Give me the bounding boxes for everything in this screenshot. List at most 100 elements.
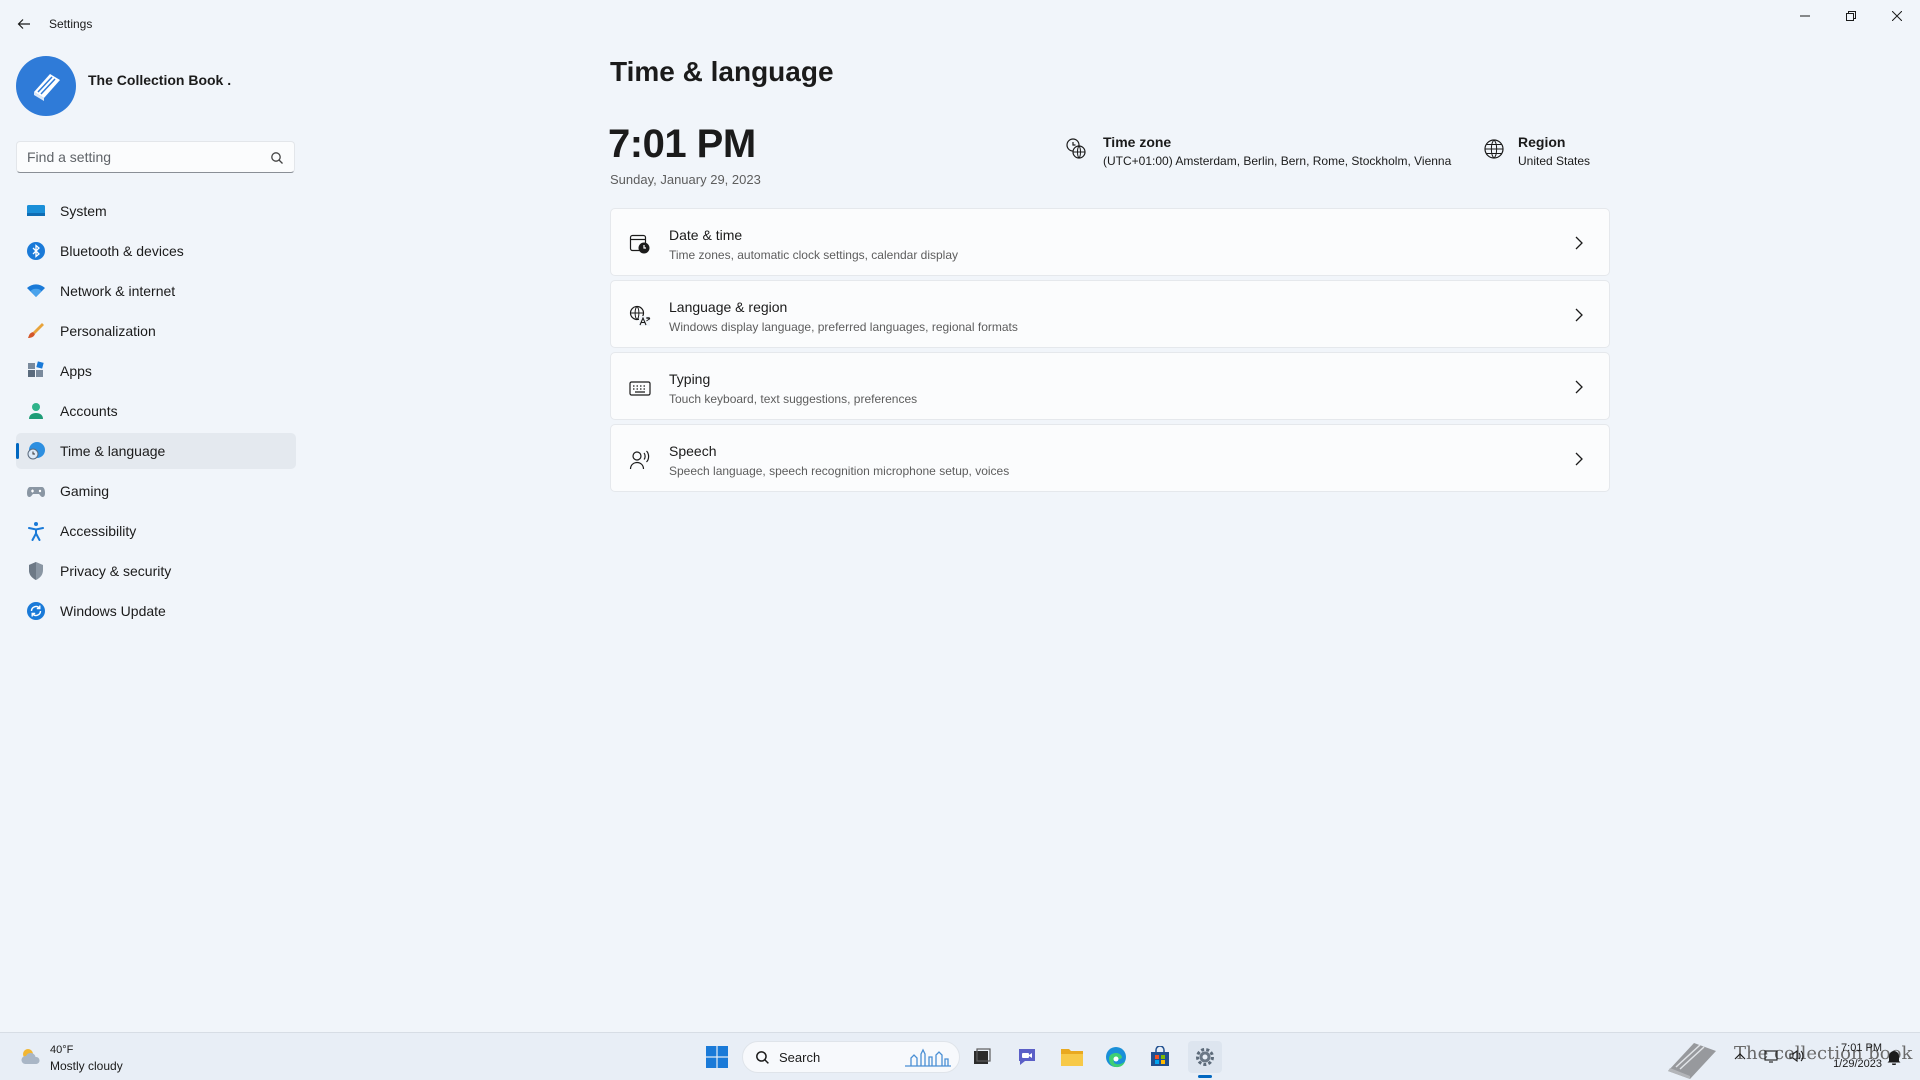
globe-icon: [1484, 139, 1504, 159]
speech-icon: [629, 450, 650, 470]
card-date-time[interactable]: Date & time Time zones, automatic clock …: [610, 208, 1610, 276]
settings-window: Settings The Collection Book . System: [0, 0, 1920, 1032]
sidebar-nav: System Bluetooth & devices Network & int…: [16, 193, 296, 633]
sidebar-item-bluetooth[interactable]: Bluetooth & devices: [16, 233, 296, 269]
search-icon[interactable]: [270, 151, 284, 165]
windows-logo-icon: [706, 1046, 728, 1068]
card-title: Speech: [669, 443, 717, 459]
start-button[interactable]: [700, 1041, 734, 1073]
sidebar-item-network[interactable]: Network & internet: [16, 273, 296, 309]
chevron-right-icon: [1575, 452, 1583, 466]
sidebar-item-label: Gaming: [60, 483, 110, 499]
title-bar: Settings: [0, 0, 1920, 48]
card-subtitle: Time zones, automatic clock settings, ca…: [669, 248, 959, 262]
store-button[interactable]: [1143, 1041, 1177, 1073]
chevron-right-icon: [1575, 308, 1583, 322]
chat-button[interactable]: [1010, 1041, 1044, 1073]
task-view-button[interactable]: [965, 1041, 999, 1073]
sidebar-item-gaming[interactable]: Gaming: [16, 473, 296, 509]
current-time: 7:01 PM: [608, 122, 756, 166]
sidebar-item-windows-update[interactable]: Windows Update: [16, 593, 296, 629]
settings-card-list: Date & time Time zones, automatic clock …: [610, 208, 1610, 496]
minimize-button[interactable]: [1782, 0, 1828, 32]
sidebar-item-label: System: [60, 203, 107, 219]
taskbar-search-label: Search: [779, 1050, 821, 1065]
taskbar-search[interactable]: Search: [742, 1041, 960, 1073]
taskbar-clock-date[interactable]: 1/29/2023: [1818, 1058, 1882, 1070]
close-button[interactable]: [1874, 0, 1920, 32]
weather-temperature[interactable]: 40°F: [50, 1044, 73, 1056]
monitor-icon: [26, 201, 46, 221]
folder-icon: [1061, 1049, 1083, 1066]
sidebar-item-label: Bluetooth & devices: [60, 243, 184, 259]
search-box[interactable]: [16, 141, 295, 173]
time-zone-label: Time zone: [1103, 134, 1172, 150]
clock-globe-icon: [26, 441, 46, 461]
sidebar-item-label: Apps: [60, 363, 92, 379]
card-subtitle: Touch keyboard, text suggestions, prefer…: [669, 392, 918, 406]
current-date: Sunday, January 29, 2023: [610, 172, 761, 187]
sidebar-item-accessibility[interactable]: Accessibility: [16, 513, 296, 549]
card-title: Language & region: [669, 299, 788, 315]
card-title: Typing: [669, 371, 711, 387]
gear-icon: [1196, 1048, 1214, 1066]
back-arrow-icon: [17, 19, 30, 29]
sidebar-item-label: Accounts: [60, 403, 118, 419]
cloudy-weather-icon[interactable]: [18, 1045, 44, 1067]
active-app-indicator: [1198, 1075, 1212, 1078]
app-title: Settings: [49, 17, 93, 31]
sidebar-item-time-language[interactable]: Time & language: [16, 433, 296, 469]
search-input[interactable]: [27, 142, 257, 172]
search-icon: [756, 1051, 769, 1064]
wifi-icon: [26, 281, 46, 301]
chat-icon: [1019, 1049, 1035, 1065]
sidebar-item-personalization[interactable]: Personalization: [16, 313, 296, 349]
accessibility-icon: [26, 521, 46, 541]
sidebar-item-accounts[interactable]: Accounts: [16, 393, 296, 429]
sidebar-item-system[interactable]: System: [16, 193, 296, 229]
card-subtitle: Windows display language, preferred lang…: [669, 320, 1018, 334]
apps-icon: [26, 361, 46, 381]
sidebar-item-label: Network & internet: [60, 283, 176, 299]
update-icon: [26, 601, 46, 621]
search-highlight-icon: [905, 1048, 951, 1067]
restore-icon: [1846, 11, 1856, 21]
weather-description[interactable]: Mostly cloudy: [50, 1059, 123, 1073]
page-title: Time & language: [610, 56, 834, 87]
sidebar-item-label: Windows Update: [60, 603, 166, 619]
file-explorer-button[interactable]: [1055, 1041, 1089, 1073]
volume-icon[interactable]: [1788, 1048, 1804, 1064]
chevron-right-icon: [1575, 380, 1583, 394]
shield-icon: [26, 561, 46, 581]
back-button[interactable]: [12, 12, 36, 36]
edge-browser-button[interactable]: [1099, 1041, 1133, 1073]
avatar[interactable]: [16, 56, 76, 116]
profile-name: The Collection Book .: [88, 72, 232, 88]
sidebar-item-label: Time & language: [60, 443, 166, 459]
calendar-clock-icon: [629, 234, 650, 254]
bluetooth-icon: [26, 241, 46, 261]
minimize-icon: [1800, 15, 1810, 17]
notification-bell-icon[interactable]: [1886, 1049, 1902, 1065]
task-view-icon: [974, 1048, 991, 1064]
edge-icon: [1106, 1047, 1126, 1068]
store-icon: [1151, 1046, 1169, 1066]
chevron-up-icon[interactable]: [1734, 1051, 1746, 1061]
network-icon[interactable]: [1764, 1048, 1780, 1064]
sidebar-item-privacy[interactable]: Privacy & security: [16, 553, 296, 589]
settings-app-button[interactable]: [1188, 1041, 1222, 1073]
card-language-region[interactable]: Language & region Windows display langua…: [610, 280, 1610, 348]
sidebar-item-label: Personalization: [60, 323, 156, 339]
card-title: Date & time: [669, 227, 743, 243]
card-typing[interactable]: Typing Touch keyboard, text suggestions,…: [610, 352, 1610, 420]
sidebar-item-apps[interactable]: Apps: [16, 353, 296, 389]
region-label: Region: [1518, 134, 1566, 150]
brush-icon: [26, 321, 46, 341]
restore-button[interactable]: [1828, 0, 1874, 32]
taskbar-clock-time[interactable]: 7:01 PM: [1832, 1042, 1882, 1054]
book-icon: [34, 74, 60, 101]
region-value: United States: [1518, 154, 1591, 168]
person-icon: [26, 401, 46, 421]
sidebar-item-label: Privacy & security: [60, 563, 172, 579]
card-speech[interactable]: Speech Speech language, speech recogniti…: [610, 424, 1610, 492]
